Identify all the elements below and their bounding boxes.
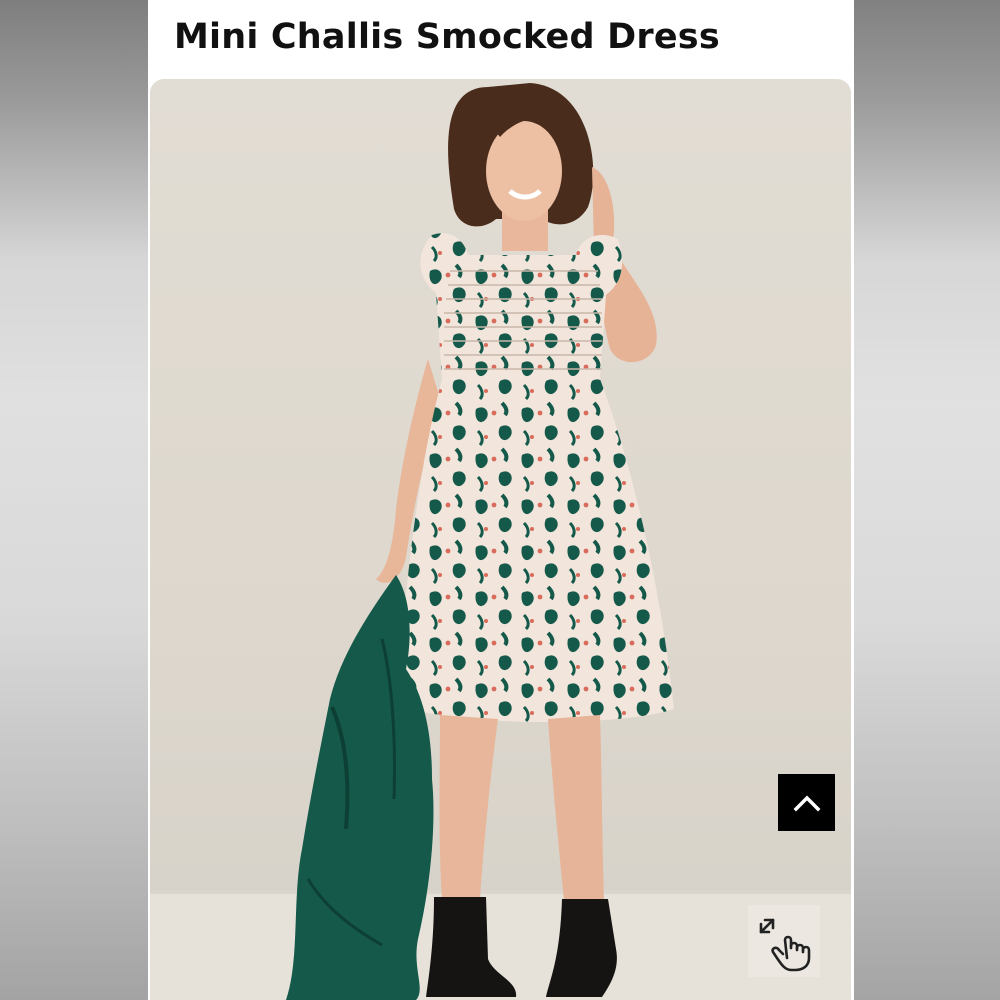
tap-to-zoom-button[interactable] xyxy=(748,905,820,977)
left-backdrop xyxy=(0,0,148,1000)
tap-to-zoom-icon xyxy=(759,918,811,972)
model-illustration xyxy=(150,83,851,1000)
chevron-up-icon xyxy=(793,795,820,811)
right-backdrop xyxy=(854,0,1000,1000)
product-title: Mini Challis Smocked Dress xyxy=(174,17,720,57)
product-panel: Mini Challis Smocked Dress xyxy=(148,0,854,1000)
scroll-to-top-button[interactable] xyxy=(778,774,835,831)
product-image[interactable] xyxy=(150,79,851,1000)
